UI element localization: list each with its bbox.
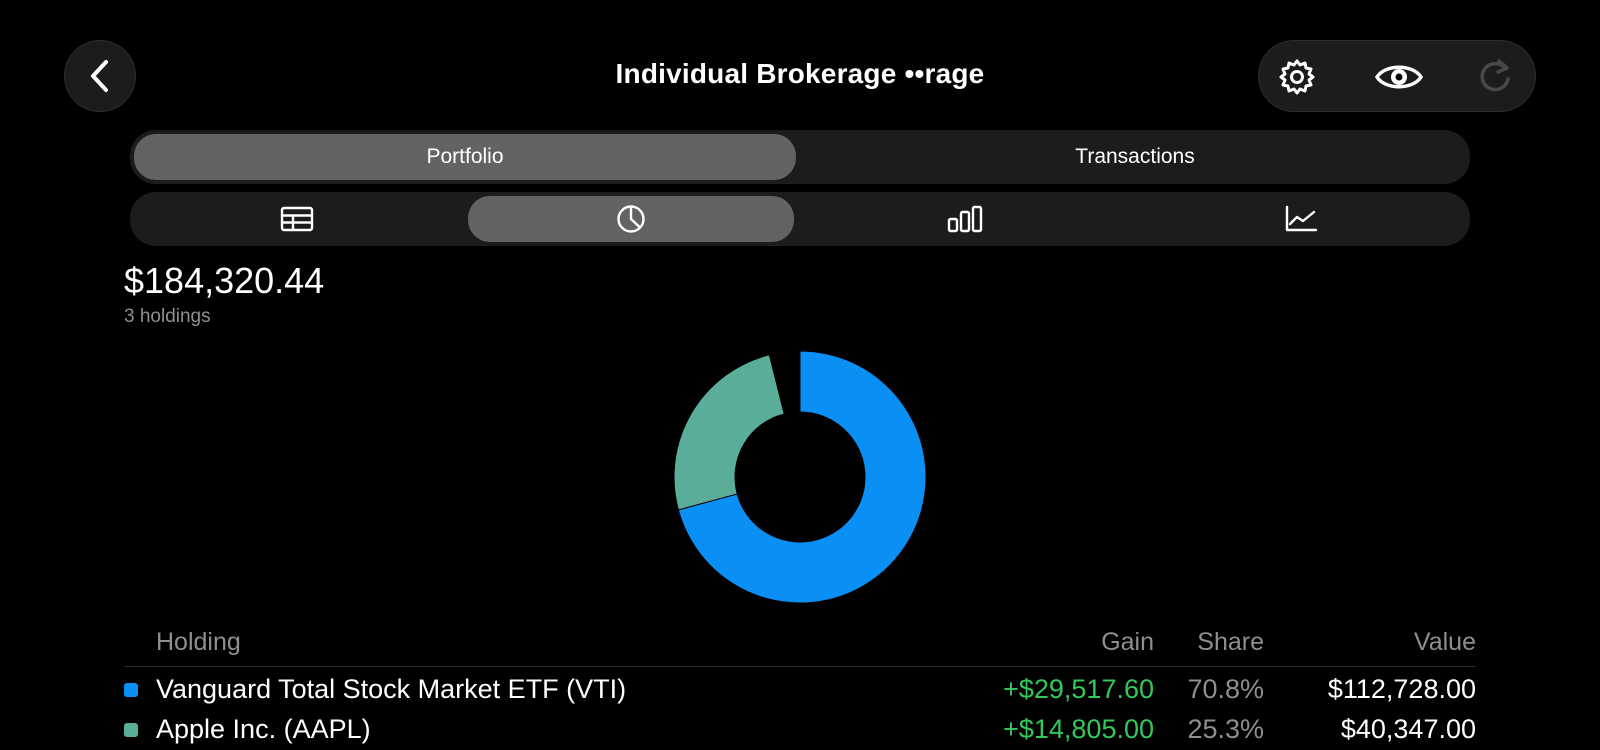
table-row[interactable]: Vanguard Total Stock Market ETF (VTI) +$… <box>124 670 1476 710</box>
column-header-value: Value <box>1413 628 1476 656</box>
view-table-button[interactable] <box>134 196 460 242</box>
holding-value: $112,728.00 <box>1327 674 1476 704</box>
table-row[interactable]: Apple Inc. (AAPL) +$14,805.00 25.3% $40,… <box>124 710 1476 750</box>
bar-chart-icon <box>947 205 983 233</box>
tab-portfolio[interactable]: Portfolio <box>134 134 796 180</box>
header-toolbar <box>1258 40 1536 112</box>
series-color-swatch <box>124 683 138 697</box>
gear-icon <box>1279 59 1315 95</box>
allocation-donut-chart <box>674 351 926 603</box>
holding-gain: +$29,517.60 <box>1003 674 1154 704</box>
pie-chart-icon <box>617 205 645 233</box>
view-pie-button[interactable] <box>468 196 794 242</box>
holding-name: Vanguard Total Stock Market ETF (VTI) <box>156 674 627 704</box>
refresh-icon <box>1480 59 1510 92</box>
refresh-button[interactable] <box>1473 55 1517 99</box>
column-header-share: Share <box>1197 628 1264 656</box>
line-chart-icon <box>1285 205 1318 232</box>
portfolio-total-value: $184,320.44 <box>124 260 325 301</box>
view-bar-button[interactable] <box>802 196 1128 242</box>
visibility-button[interactable] <box>1373 55 1425 99</box>
holdings-count: 3 holdings <box>124 306 211 327</box>
holdings-table-header: Holding Gain Share Value <box>124 626 1476 667</box>
tab-transactions[interactable]: Transactions <box>804 134 1466 180</box>
series-color-swatch <box>124 723 138 737</box>
column-header-holding: Holding <box>156 628 241 656</box>
donut-slice-1[interactable] <box>674 354 785 511</box>
eye-icon <box>1374 65 1424 89</box>
holding-gain: +$14,805.00 <box>1003 714 1154 744</box>
holding-share: 70.8% <box>1187 674 1264 704</box>
holding-value: $40,347.00 <box>1340 714 1476 744</box>
column-header-gain: Gain <box>1101 628 1154 656</box>
view-line-button[interactable] <box>1136 196 1466 242</box>
table-icon <box>280 206 314 232</box>
view-mode-tabs <box>130 192 1470 246</box>
settings-button[interactable] <box>1275 55 1319 99</box>
holding-name: Apple Inc. (AAPL) <box>156 714 371 744</box>
main-tabs: Portfolio Transactions <box>130 130 1470 184</box>
holding-share: 25.3% <box>1187 714 1264 744</box>
